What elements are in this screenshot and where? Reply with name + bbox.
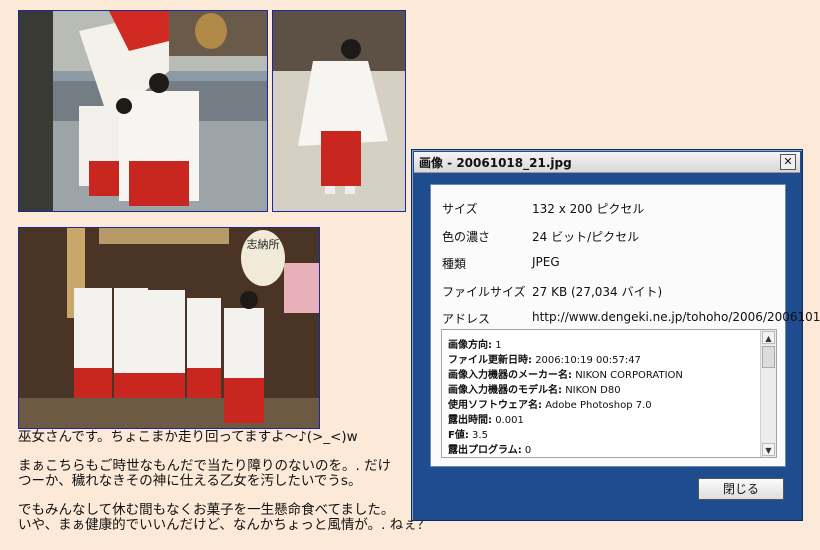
- exif-value: 3.5: [472, 430, 488, 441]
- exif-value: NIKON D80: [565, 385, 621, 396]
- property-row: 色の濃さ 24 ビット/ピクセル: [442, 228, 782, 256]
- blog-line: いや、まぁ健康的でいいんだけど、なんかちょっと風情が。. ねぇ？: [18, 517, 431, 533]
- property-row: サイズ 132 x 200 ピクセル: [442, 200, 782, 228]
- exif-key: 画像入力機器のモデル名:: [448, 385, 562, 396]
- exif-value: 0: [524, 445, 532, 456]
- blog-text: 巫女さんです。ちょこまか走り回ってますよ～♪(>_<)w まぁこちらもご時世なも…: [18, 430, 478, 533]
- close-button[interactable]: 閉じる: [698, 478, 784, 500]
- exif-scrollbar[interactable]: ▲ ▼: [760, 330, 776, 457]
- property-label: 色の濃さ: [442, 229, 491, 244]
- exif-key: 露出時間:: [448, 415, 492, 426]
- exif-item: 露出時間: 0.001: [448, 411, 683, 426]
- blog-line: まぁこちらもご時世なもんだで当たり障りのないのを。. だけ: [18, 458, 392, 474]
- exif-value: Adobe Photoshop 7.0: [545, 400, 652, 411]
- properties-panel: サイズ 132 x 200 ピクセル 色の濃さ 24 ビット/ピクセル 種類 J…: [430, 184, 820, 467]
- property-label: ファイルサイズ: [442, 284, 526, 299]
- property-label: サイズ: [442, 202, 478, 216]
- exif-list[interactable]: 画像方向: 1 ファイル更新日時: 2006:10:19 00:57:47 画像…: [441, 329, 777, 458]
- blog-line: つーか、穢れなきその神に仕える乙女を汚したいでうs。: [18, 473, 362, 489]
- exif-key: F値:: [448, 430, 469, 441]
- image-properties-dialog: 画像 - 20061018_21.jpg ✕ サイズ 132 x 200 ピクセ…: [411, 149, 820, 521]
- exif-item: 使用ソフトウェア名: Adobe Photoshop 7.0: [448, 396, 683, 411]
- scroll-thumb[interactable]: [762, 346, 775, 368]
- exif-item: ファイル更新日時: 2006:10:19 00:57:47: [448, 351, 683, 366]
- properties-table: サイズ 132 x 200 ピクセル 色の濃さ 24 ビット/ピクセル 種類 J…: [442, 200, 820, 338]
- exif-item: F値: 3.5: [448, 426, 683, 441]
- property-label: 種類: [442, 257, 467, 271]
- exif-value: NIKON CORPORATION: [575, 370, 683, 381]
- dialog-title: 画像 - 20061018_21.jpg: [419, 156, 572, 170]
- exif-item: 露出プログラム: 0: [448, 441, 683, 456]
- exif-value: 2006:10:19 00:57:47: [535, 355, 641, 366]
- photo-miko-shrine[interactable]: 志納所: [18, 227, 320, 429]
- exif-item: 画像方向: 1: [448, 336, 683, 351]
- property-value: 27 KB (27,034 バイト): [532, 284, 663, 299]
- exif-key: 画像入力機器のメーカー名:: [448, 370, 572, 381]
- property-value: 24 ビット/ピクセル: [532, 229, 640, 244]
- address-value[interactable]: http://www.dengeki.ne.jp/tohoho/2006/200…: [532, 310, 820, 324]
- exif-key: 画像方向:: [448, 340, 492, 351]
- exif-item: 画像入力機器のモデル名: NIKON D80: [448, 381, 683, 396]
- blog-line: 巫女さんです。ちょこまか走り回ってますよ～♪(>_<)w: [18, 429, 358, 445]
- property-label: アドレス: [442, 312, 491, 326]
- blog-line: でもみんなして休む間もなくお菓子を一生懸命食べてました。: [18, 502, 395, 518]
- property-value: JPEG: [532, 255, 560, 269]
- property-row: ファイルサイズ 27 KB (27,034 バイト): [442, 283, 782, 311]
- scroll-up-icon[interactable]: ▲: [762, 331, 775, 344]
- dialog-titlebar[interactable]: 画像 - 20061018_21.jpg ✕: [414, 152, 800, 173]
- exif-key: ファイル更新日時:: [448, 355, 532, 366]
- exif-value: 1: [495, 340, 502, 351]
- lantern-text: 志納所: [247, 238, 280, 251]
- exif-item: 画像入力機器のメーカー名: NIKON CORPORATION: [448, 366, 683, 381]
- scroll-down-icon[interactable]: ▼: [762, 443, 775, 456]
- exif-value: 0.001: [495, 415, 524, 426]
- photo-miko-single[interactable]: [272, 10, 406, 212]
- property-value: 132 x 200 ピクセル: [532, 202, 645, 216]
- exif-key: 露出プログラム:: [448, 445, 522, 456]
- close-icon[interactable]: ✕: [780, 154, 796, 170]
- exif-key: 使用ソフトウェア名:: [448, 400, 542, 411]
- property-row: 種類 JPEG: [442, 255, 782, 283]
- photo-miko-street[interactable]: [18, 10, 268, 212]
